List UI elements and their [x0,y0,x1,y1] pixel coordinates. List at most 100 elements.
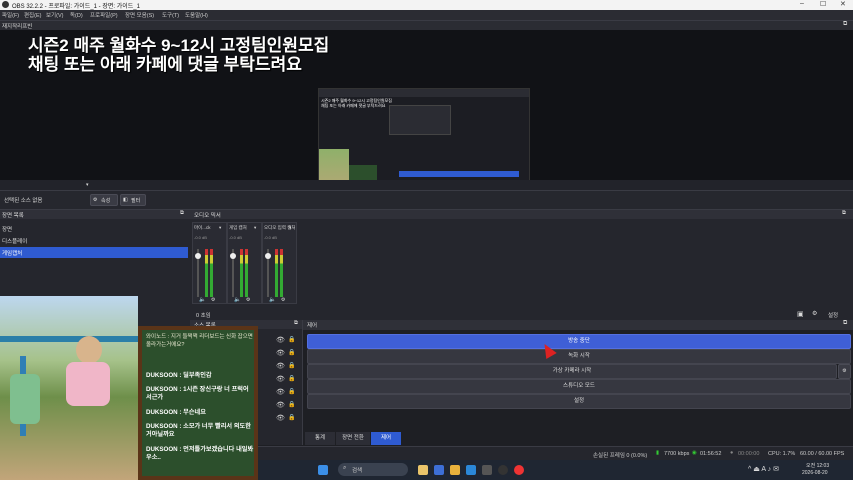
task-view-icon[interactable] [434,465,444,475]
menu-edit[interactable]: 편집(E) [24,11,41,19]
gear-icon[interactable]: ⚙ [281,297,285,303]
chevron-down-icon[interactable]: ▾ [289,225,291,231]
menu-profile[interactable]: 프로파일(P) [90,11,118,19]
volume-slider-handle[interactable] [195,253,201,259]
stop-streaming-button[interactable]: 방송 중단 [307,334,851,349]
gear-icon[interactable]: ⚙ [812,310,817,317]
menu-tools[interactable]: 도구(T) [162,11,179,19]
scene-item-label: 장면 [2,227,13,233]
eye-icon[interactable]: 👁 [276,349,285,357]
scene-item-selected[interactable]: 게임캡처 [0,247,188,258]
volume-slider-handle[interactable] [230,253,236,259]
system-tray-icon[interactable]: ^ ⏏ A ♪ ✉ [748,465,779,473]
taskbar-search[interactable]: ⌕ 검색 [338,463,408,476]
dock-float-icon[interactable]: ⧉ [842,210,846,217]
dock-float-icon[interactable]: ⧉ [180,210,184,217]
eye-icon[interactable]: 👁 [276,336,285,344]
lock-icon[interactable]: 🔒 [288,349,295,356]
lock-icon[interactable]: 🔒 [288,362,295,369]
child-head [76,336,102,364]
close-icon[interactable]: ✕ [840,0,846,8]
tab-controls[interactable]: 제어 [371,432,401,445]
menu-file[interactable]: 파일(F) [2,11,19,19]
chat-message: DUKSOON : 1시즌 장신구랑 너 프럭어서근가 [146,386,249,401]
widgets-icon[interactable] [418,465,428,475]
filters-button[interactable]: ◧ 필터 [120,194,146,206]
windows-taskbar: ⌕ 검색 ^ ⏏ A ♪ ✉ 오전 12:03 2026-08-20 [258,460,853,480]
chat-overlay: 와이노드 : 지거 들쩍쩍 리더보드는 신화 잡으면 올라가는거에요? DUKS… [138,326,258,480]
start-recording-button[interactable]: 녹화 시작 [307,349,851,364]
eye-icon[interactable]: 👁 [276,375,285,383]
app-icon[interactable] [482,465,492,475]
edge-icon[interactable] [466,465,476,475]
gear-icon[interactable]: ⚙ [211,297,215,303]
tab-scene-transitions[interactable]: 장면 전환 [336,432,370,445]
chat-message: DUKSOON : 소모가 너무 빨리서 의도한거아닐까요 [146,423,251,438]
eye-icon[interactable]: 👁 [276,362,285,370]
speaker-icon[interactable]: 🔈 [234,297,241,303]
stream-time: 01:56:52 [700,451,722,457]
menu-bar: 파일(F) 편집(E) 보기(V) 독(D) 프로파일(P) 장면 모음(S) … [0,10,853,20]
chevron-down-icon[interactable]: ▾ [254,225,256,231]
dock-float-icon[interactable]: ⧉ [843,21,847,28]
chevron-down-icon[interactable]: ▾ [219,225,221,231]
start-virtual-camera-button[interactable]: 가상 카메라 시작 [307,364,837,379]
clock-time: 오전 12:03 [806,463,830,469]
gear-icon[interactable]: ⚙ [246,297,250,303]
chat-user: DUKSOON [146,372,178,379]
lock-icon[interactable]: 🔒 [288,336,295,343]
maximize-icon[interactable]: ☐ [820,0,826,8]
windows-start-icon[interactable] [318,465,328,475]
menu-view[interactable]: 보기(V) [46,11,63,19]
lock-icon[interactable]: 🔒 [288,414,295,421]
chat-user: DUKSOON [146,386,178,393]
chevron-down-icon[interactable]: ▾ [86,182,89,188]
nested-active-button [399,171,519,177]
properties-button[interactable]: ⚙ 속성 [90,194,118,206]
menu-dock[interactable]: 독(D) [70,11,83,19]
speaker-icon[interactable]: 🔈 [269,297,276,303]
file-explorer-icon[interactable] [450,465,460,475]
audio-mixer-dock: 오디오 믹서 ⧉ 마이...ck ▾ -0.0 dB 🔈 ⚙ 게임 캡처 ▾ -… [190,210,853,308]
search-icon: ⌕ [343,465,347,471]
lock-icon[interactable]: 🔒 [288,375,295,382]
volume-meter [280,249,283,297]
mixer-channel: 게임 캡처 ▾ -0.0 dB 🔈 ⚙ [227,222,262,304]
webcam-feed [0,296,138,480]
controls-title: 제어 [307,323,318,329]
gear-icon: ⚙ [842,368,847,374]
source-toolbar: 선택된 소스 없음 ⚙ 속성 ◧ 필터 [0,190,853,210]
scene-item-label: 디스플레이 [2,239,28,245]
child-body [66,362,110,406]
stream-status-icon: ◉ [692,450,697,456]
obs-taskbar-icon[interactable] [498,465,508,475]
menu-help[interactable]: 도움말(H) [185,11,208,19]
fps-readout: 60.00 / 60.00 FPS [800,451,845,457]
chat-text: 딜부족인감 [183,372,212,379]
eye-icon[interactable]: 👁 [276,388,285,396]
settings-button[interactable]: 설정 [307,394,851,409]
volume-meter [210,249,213,297]
chat-message: DUKSOON : 무슨네요 [146,409,206,416]
volume-slider-handle[interactable] [265,253,271,259]
speaker-icon[interactable]: 🔈 [199,297,206,303]
chat-message: 와이노드 : 지거 들쩍쩍 리더보드는 신화 잡으면 올라가는거에요? [146,334,253,348]
lock-icon[interactable]: 🔒 [288,388,295,395]
minimize-icon[interactable]: – [800,0,804,7]
lock-icon[interactable]: 🔒 [288,401,295,408]
dock-float-icon[interactable]: ⧉ [843,320,847,327]
settings-label[interactable]: 설정 [828,311,838,319]
studio-mode-button[interactable]: 스튜디오 모드 [307,379,851,394]
channel-name: 게임 캡처 [229,225,247,230]
eye-icon[interactable]: 👁 [276,401,285,409]
app-icon[interactable] [514,465,524,475]
scene-item[interactable]: 디스플레이 [0,235,188,246]
menu-scene-collection[interactable]: 장면 모음(S) [125,11,154,19]
virtual-camera-settings-button[interactable]: ⚙ [838,364,851,379]
tab-stats[interactable]: 통계 [305,432,335,445]
chat-board: 와이노드 : 지거 들쩍쩍 리더보드는 신화 잡으면 올라가는거에요? DUKS… [142,330,254,476]
eye-icon[interactable]: 👁 [276,414,285,422]
layout-icon[interactable]: ▣ [797,310,804,318]
dock-float-icon[interactable]: ⧉ [294,320,298,327]
scene-item[interactable]: 장면 [0,223,188,234]
